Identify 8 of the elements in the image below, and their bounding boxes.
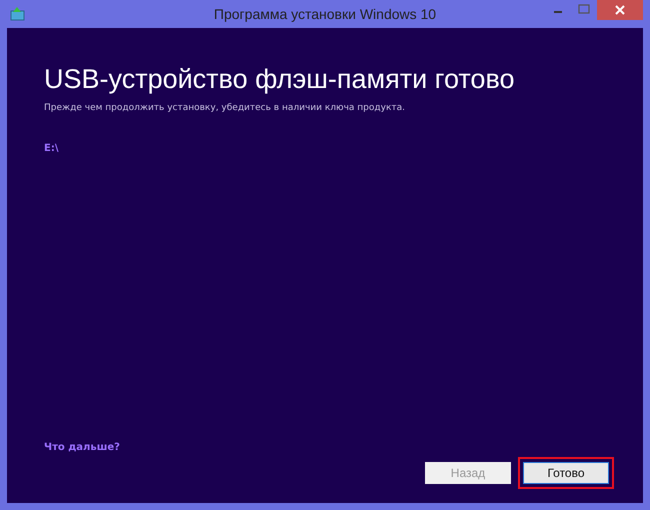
page-heading: USB-устройство флэш-памяти готово: [44, 64, 516, 95]
window-title: Программа установки Windows 10: [214, 6, 436, 22]
whats-next-link[interactable]: Что дальше?: [44, 442, 120, 453]
subtitle-text: Прежде чем продолжить установку, убедитесь в наличии ключа продукта.: [44, 103, 406, 113]
dialog-button[interactable]: Готово: [523, 462, 609, 484]
installer-icon: [10, 7, 26, 21]
close-button[interactable]: [597, 0, 643, 20]
drive-label: E:\: [44, 143, 58, 154]
